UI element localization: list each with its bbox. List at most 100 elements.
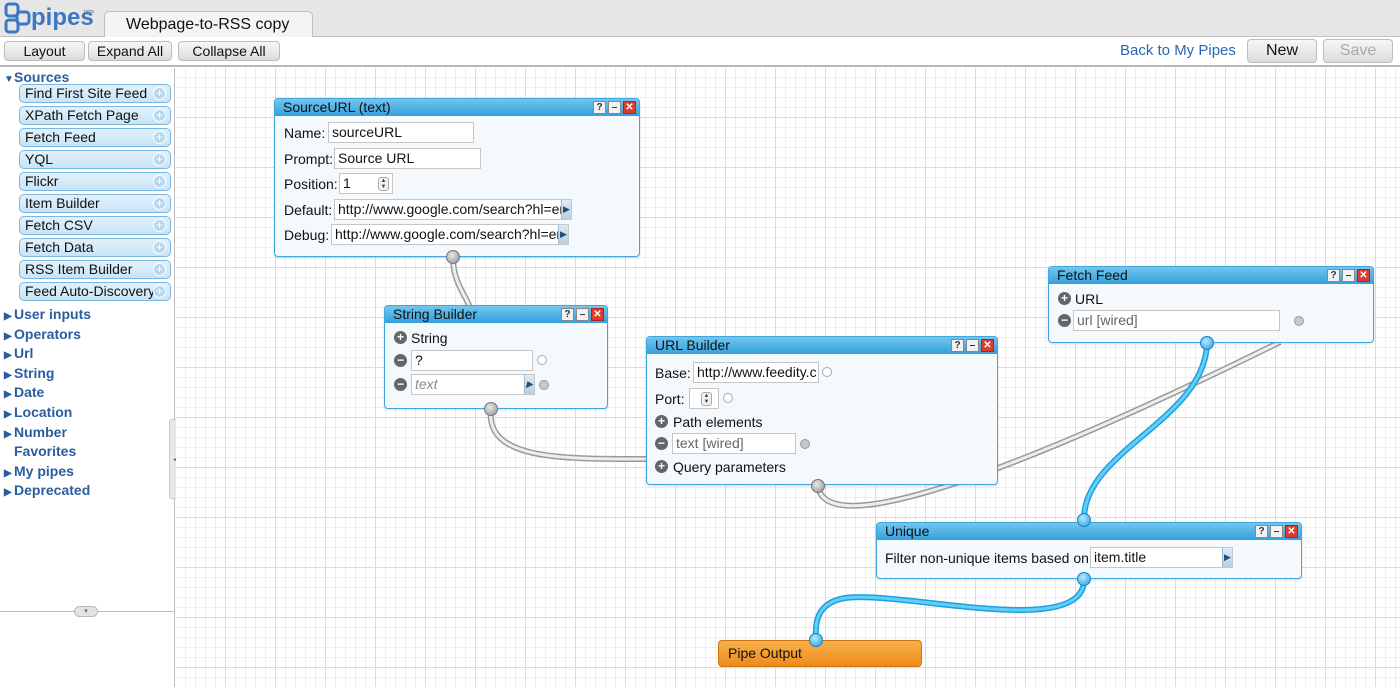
layout-button[interactable]: Layout: [4, 41, 85, 61]
input-terminal[interactable]: [1294, 316, 1304, 326]
input-port[interactable]: [809, 633, 823, 647]
add-icon[interactable]: +: [394, 331, 407, 344]
module-header[interactable]: SourceURL (text) ? – ✕: [275, 99, 639, 116]
add-module-icon[interactable]: +: [153, 219, 166, 232]
source-module-item[interactable]: RSS Item Builder +: [19, 260, 171, 279]
source-module-item[interactable]: YQL +: [19, 150, 171, 169]
panel-collapse-handle[interactable]: ▾: [74, 606, 98, 617]
source-module-item[interactable]: Fetch Feed +: [19, 128, 171, 147]
add-module-icon[interactable]: +: [153, 87, 166, 100]
remove-icon[interactable]: −: [394, 354, 407, 367]
filter-field[interactable]: item.title ▶: [1090, 547, 1233, 568]
position-field[interactable]: 1 ▲ ▼: [339, 173, 393, 194]
output-port[interactable]: [811, 479, 825, 493]
source-module-item[interactable]: XPath Fetch Page +: [19, 106, 171, 125]
module-header[interactable]: Fetch Feed ? – ✕: [1049, 267, 1373, 284]
help-icon[interactable]: ?: [593, 101, 606, 114]
new-button[interactable]: New: [1247, 39, 1317, 63]
close-icon[interactable]: ✕: [981, 339, 994, 352]
add-module-icon[interactable]: +: [153, 263, 166, 276]
add-module-icon[interactable]: +: [153, 131, 166, 144]
add-icon[interactable]: +: [655, 460, 668, 473]
input-terminal[interactable]: [723, 393, 733, 403]
collapse-all-button[interactable]: Collapse All: [178, 41, 280, 61]
output-port[interactable]: [446, 250, 460, 264]
port-field[interactable]: ▲ ▼: [689, 388, 719, 409]
source-module-item[interactable]: Flickr +: [19, 172, 171, 191]
base-field[interactable]: http://www.feedity.c: [693, 362, 819, 383]
module-string-builder[interactable]: String Builder ? – ✕ + String − ? − text ▶: [384, 305, 608, 409]
module-sourceurl[interactable]: SourceURL (text) ? – ✕ Name: sourceURL Pro…: [274, 98, 640, 257]
source-module-item[interactable]: Fetch CSV +: [19, 216, 171, 235]
minimize-icon[interactable]: –: [576, 308, 589, 321]
source-module-item[interactable]: Feed Auto-Discovery +: [19, 282, 171, 301]
add-module-icon[interactable]: +: [153, 285, 166, 298]
expand-arrow-icon[interactable]: ▶: [561, 200, 571, 219]
add-icon[interactable]: +: [1058, 292, 1071, 305]
expand-arrow-icon[interactable]: ▶: [1222, 548, 1232, 567]
back-to-my-pipes-link[interactable]: Back to My Pipes: [1120, 42, 1236, 59]
prompt-field[interactable]: Source URL: [334, 148, 481, 169]
path-element-field[interactable]: text [wired]: [672, 433, 796, 454]
spinner-icon[interactable]: ▲ ▼: [378, 177, 389, 191]
output-port[interactable]: [1200, 336, 1214, 350]
minimize-icon[interactable]: –: [966, 339, 979, 352]
save-button[interactable]: Save: [1323, 39, 1393, 63]
remove-icon[interactable]: −: [394, 378, 407, 391]
add-module-icon[interactable]: +: [153, 197, 166, 210]
string-field-1[interactable]: ?: [411, 350, 533, 371]
minimize-icon[interactable]: –: [608, 101, 621, 114]
help-icon[interactable]: ?: [951, 339, 964, 352]
input-terminal[interactable]: [822, 367, 832, 377]
add-module-icon[interactable]: +: [153, 153, 166, 166]
input-terminal[interactable]: [539, 380, 549, 390]
module-unique[interactable]: Unique ? – ✕ Filter non-unique items based…: [876, 522, 1302, 579]
module-fetch-feed[interactable]: Fetch Feed ? – ✕ + URL − url [wired]: [1048, 266, 1374, 343]
category-item[interactable]: ▶ Url: [4, 344, 33, 362]
close-icon[interactable]: ✕: [1357, 269, 1370, 282]
add-icon[interactable]: +: [655, 415, 668, 428]
name-field[interactable]: sourceURL: [328, 122, 474, 143]
help-icon[interactable]: ?: [561, 308, 574, 321]
module-header[interactable]: Unique ? – ✕: [877, 523, 1301, 540]
input-terminal[interactable]: [537, 355, 547, 365]
category-item[interactable]: Favorites: [4, 442, 76, 460]
minimize-icon[interactable]: –: [1270, 525, 1283, 538]
default-field[interactable]: http://www.google.com/search?hl=en ▶: [334, 199, 572, 220]
module-url-builder[interactable]: URL Builder ? – ✕ Base: http://www.feedity…: [646, 336, 998, 485]
category-item[interactable]: ▶ String: [4, 364, 54, 382]
add-module-icon[interactable]: +: [153, 241, 166, 254]
input-port[interactable]: [1077, 513, 1091, 527]
input-terminal[interactable]: [800, 439, 810, 449]
module-header[interactable]: String Builder ? – ✕: [385, 306, 607, 323]
pipes-logo[interactable]: pipes beta: [4, 1, 96, 35]
add-module-icon[interactable]: +: [153, 109, 166, 122]
category-item[interactable]: ▶ My pipes: [4, 462, 74, 480]
source-module-item[interactable]: Item Builder +: [19, 194, 171, 213]
category-item[interactable]: ▶ Date: [4, 383, 44, 401]
source-module-item[interactable]: Find First Site Feed +: [19, 84, 171, 103]
category-item[interactable]: ▶ Location: [4, 403, 72, 421]
output-port[interactable]: [484, 402, 498, 416]
category-item[interactable]: ▶ Operators: [4, 325, 81, 343]
category-item[interactable]: ▶ Number: [4, 423, 67, 441]
help-icon[interactable]: ?: [1255, 525, 1268, 538]
add-module-icon[interactable]: +: [153, 175, 166, 188]
close-icon[interactable]: ✕: [1285, 525, 1298, 538]
expand-arrow-icon[interactable]: ▶: [558, 225, 568, 244]
minimize-icon[interactable]: –: [1342, 269, 1355, 282]
category-item[interactable]: ▶ User inputs: [4, 305, 91, 323]
module-header[interactable]: URL Builder ? – ✕: [647, 337, 997, 354]
remove-icon[interactable]: −: [655, 437, 668, 450]
expand-arrow-icon[interactable]: ▶: [524, 375, 534, 394]
url-field[interactable]: url [wired]: [1073, 310, 1280, 331]
debug-field[interactable]: http://www.google.com/search?hl=en ▶: [331, 224, 569, 245]
category-item[interactable]: ▶ Deprecated: [4, 481, 90, 499]
remove-icon[interactable]: −: [1058, 314, 1071, 327]
spinner-icon[interactable]: ▲ ▼: [701, 392, 712, 406]
tab-document[interactable]: Webpage-to-RSS copy: [104, 11, 313, 38]
close-icon[interactable]: ✕: [623, 101, 636, 114]
output-port[interactable]: [1077, 572, 1091, 586]
expand-all-button[interactable]: Expand All: [88, 41, 172, 61]
help-icon[interactable]: ?: [1327, 269, 1340, 282]
